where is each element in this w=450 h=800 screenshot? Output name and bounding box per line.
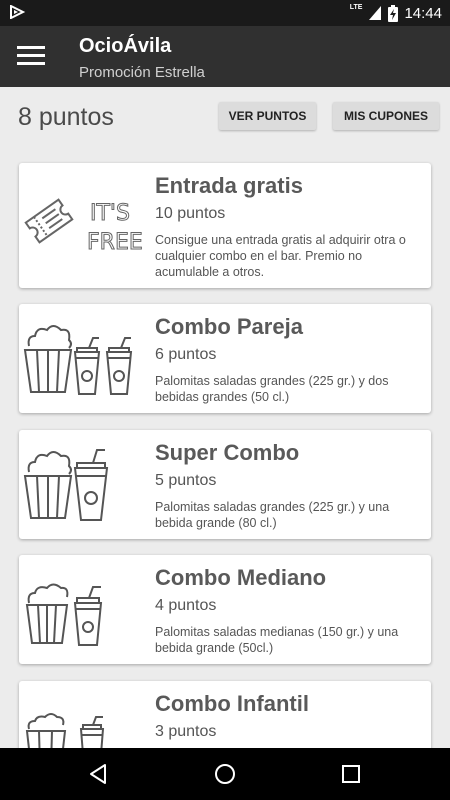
promotion-points: 5 puntos xyxy=(155,472,217,489)
promotion-card-super-combo[interactable]: Super Combo 5 puntos Palomitas saladas g… xyxy=(19,430,431,539)
promotion-description: Palomitas saladas grandes (225 gr.) y do… xyxy=(155,374,389,404)
its-free-text-line1: IT'S xyxy=(90,201,130,226)
its-free-text-line2: FREE! xyxy=(87,230,145,255)
popcorn-two-drinks-icon xyxy=(23,325,133,395)
promotion-title: Entrada gratis xyxy=(155,173,303,198)
promotion-card-combo-mediano[interactable]: Combo Mediano 4 puntos Palomitas saladas… xyxy=(19,555,431,664)
promotion-points: 3 puntos xyxy=(155,723,217,740)
promotion-description: Palomitas saladas grandes (225 gr.) y un… xyxy=(155,500,390,530)
app-title: OcioÁvila xyxy=(79,35,172,57)
app-bar: OcioÁvila Promoción Estrella xyxy=(0,26,450,87)
promotions-list[interactable]: IT'S FREE! Entrada gratis 10 puntos Cons… xyxy=(0,149,450,748)
hamburger-menu-icon[interactable] xyxy=(17,46,45,68)
promotion-points: 6 puntos xyxy=(155,346,217,363)
status-icons: LTE 14:44 xyxy=(350,3,442,23)
clock: 14:44 xyxy=(404,4,442,22)
status-bar: LTE 14:44 xyxy=(0,0,450,26)
my-coupons-button[interactable]: MIS CUPONES xyxy=(333,102,439,130)
popcorn-small-drink-icon xyxy=(25,713,105,748)
promotion-title: Combo Mediano xyxy=(155,565,327,590)
network-type: LTE xyxy=(349,4,363,11)
promotion-title: Combo Pareja xyxy=(155,314,303,339)
home-icon[interactable] xyxy=(213,762,237,786)
promotion-card-entrada-gratis[interactable]: IT'S FREE! Entrada gratis 10 puntos Cons… xyxy=(19,163,431,288)
promotion-points: 10 puntos xyxy=(155,205,226,222)
navigation-bar xyxy=(0,748,450,800)
popcorn-big-drink-icon xyxy=(23,449,109,521)
points-balance: 8 puntos xyxy=(18,103,114,131)
promotion-description: Palomitas saladas medianas (150 gr.) y u… xyxy=(155,625,399,655)
app-subtitle: Promoción Estrella xyxy=(79,64,205,81)
app-notification-icon xyxy=(10,5,26,19)
promotion-points: 4 puntos xyxy=(155,597,217,614)
promotion-card-combo-pareja[interactable]: Combo Pareja 6 puntos Palomitas saladas … xyxy=(19,304,431,413)
battery-charging-icon xyxy=(388,4,399,22)
ticket-its-free-icon: IT'S FREE! xyxy=(24,198,145,256)
promotion-title: Super Combo xyxy=(155,440,300,465)
promotion-description: Consigue una entrada gratis al adquirir … xyxy=(155,233,406,279)
back-icon[interactable] xyxy=(86,762,110,786)
recent-apps-icon[interactable] xyxy=(339,762,363,786)
popcorn-drink-icon xyxy=(25,583,103,646)
promotion-card-combo-infantil[interactable]: Combo Infantil 3 puntos xyxy=(19,681,431,748)
promotion-title: Combo Infantil xyxy=(155,691,309,716)
signal-icon xyxy=(369,6,382,20)
view-points-button[interactable]: VER PUNTOS xyxy=(219,102,316,130)
points-header: 8 puntos VER PUNTOS MIS CUPONES xyxy=(0,87,450,149)
